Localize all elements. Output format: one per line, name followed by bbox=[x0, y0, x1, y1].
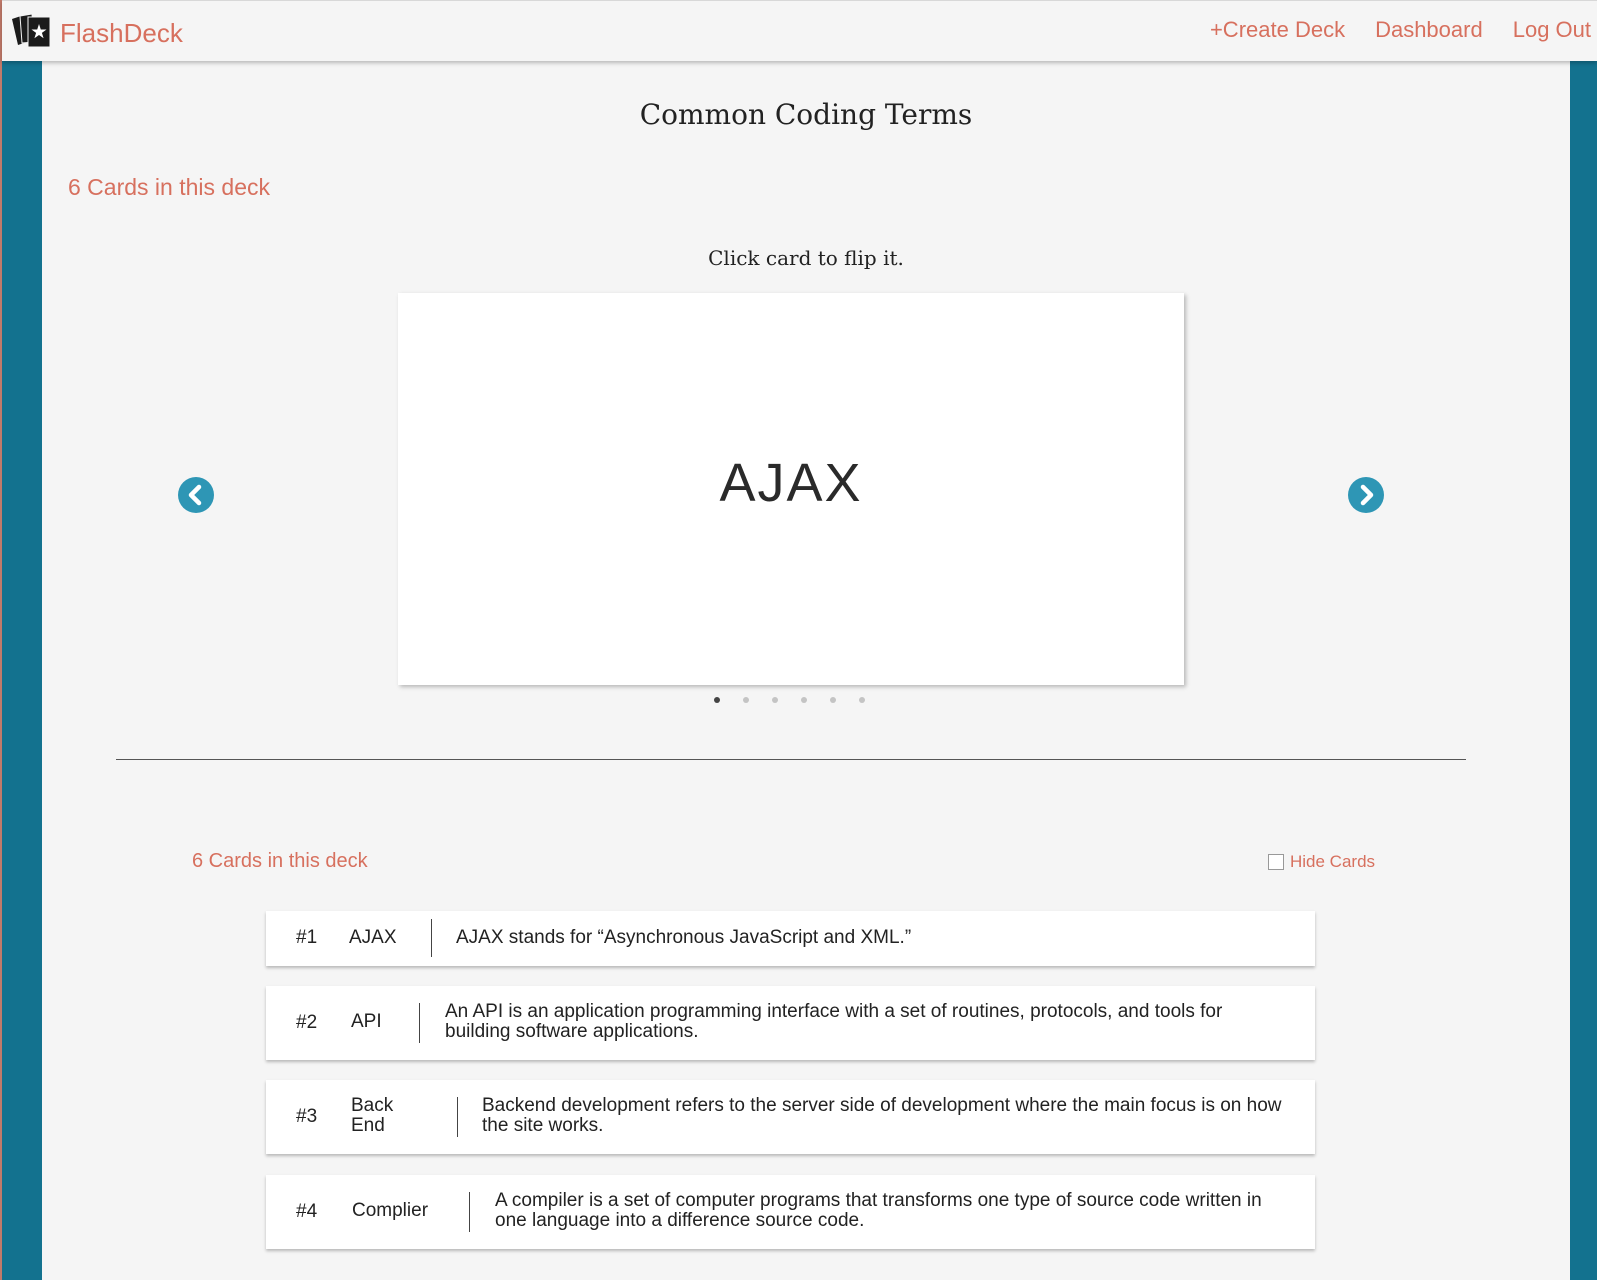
card-row-separator bbox=[469, 1192, 470, 1232]
prev-card-button[interactable] bbox=[178, 477, 214, 513]
chevron-right-icon bbox=[1360, 484, 1374, 506]
card-row-number: #3 bbox=[296, 1106, 318, 1127]
next-card-button[interactable] bbox=[1348, 477, 1384, 513]
card-row-separator bbox=[431, 919, 432, 957]
logout-link[interactable]: Log Out bbox=[1513, 17, 1591, 43]
nav-links: +Create Deck Dashboard Log Out bbox=[1210, 17, 1591, 43]
card-row-definition: An API is an application programming int… bbox=[445, 1001, 1223, 1042]
card-row: #1 AJAX AJAX stands for “Asynchronous Ja… bbox=[266, 911, 1315, 966]
card-count-list: 6 Cards in this deck bbox=[192, 850, 368, 872]
card-row: #2 API An API is an application programm… bbox=[266, 986, 1315, 1060]
create-deck-link[interactable]: +Create Deck bbox=[1210, 17, 1345, 43]
card-row-number: #1 bbox=[296, 927, 318, 948]
card-row-term: AJAX bbox=[349, 927, 397, 948]
card-row: #4 Complier A compiler is a set of compu… bbox=[266, 1175, 1315, 1249]
carousel-dot[interactable] bbox=[714, 697, 720, 703]
flashcard[interactable]: AJAX bbox=[398, 293, 1184, 685]
card-row-definition: AJAX stands for “Asynchronous JavaScript… bbox=[456, 927, 912, 948]
brand-name: FlashDeck bbox=[60, 18, 183, 48]
card-row-term: Complier bbox=[352, 1200, 429, 1221]
card-row-definition: A compiler is a set of computer programs… bbox=[495, 1190, 1262, 1231]
carousel-dot[interactable] bbox=[859, 697, 865, 703]
section-divider bbox=[116, 759, 1466, 760]
carousel-dot[interactable] bbox=[801, 697, 807, 703]
window-edge bbox=[0, 0, 2, 1280]
carousel-dot[interactable] bbox=[772, 697, 778, 703]
dashboard-link[interactable]: Dashboard bbox=[1375, 17, 1483, 43]
top-navbar: FlashDeck +Create Deck Dashboard Log Out bbox=[2, 0, 1597, 61]
card-row-number: #4 bbox=[296, 1201, 318, 1222]
hide-cards-label: Hide Cards bbox=[1290, 852, 1376, 871]
card-row-number: #2 bbox=[296, 1012, 318, 1033]
deck-title: Common Coding Terms bbox=[639, 98, 973, 131]
card-row: #3 Back End Backend development refers t… bbox=[266, 1080, 1315, 1154]
card-row-term: Back End bbox=[351, 1095, 394, 1136]
cards-star-icon bbox=[10, 11, 54, 56]
card-row-separator bbox=[419, 1003, 420, 1043]
main-content: Common Coding Terms 6 Cards in this deck… bbox=[42, 60, 1570, 1280]
card-row-separator bbox=[457, 1097, 458, 1137]
hide-cards-toggle[interactable]: Hide Cards bbox=[1268, 852, 1375, 872]
flip-hint: Click card to flip it. bbox=[708, 246, 904, 270]
carousel-dot[interactable] bbox=[743, 697, 749, 703]
carousel-indicators bbox=[714, 697, 865, 703]
chevron-left-icon bbox=[188, 484, 202, 506]
brand-logo-link[interactable]: FlashDeck bbox=[10, 11, 183, 56]
carousel-dot[interactable] bbox=[830, 697, 836, 703]
card-row-term: API bbox=[351, 1011, 382, 1032]
hide-cards-checkbox[interactable] bbox=[1268, 854, 1284, 870]
card-count-top: 6 Cards in this deck bbox=[68, 174, 270, 200]
flashcard-term: AJAX bbox=[719, 453, 863, 513]
card-row-definition: Backend development refers to the server… bbox=[482, 1095, 1282, 1136]
